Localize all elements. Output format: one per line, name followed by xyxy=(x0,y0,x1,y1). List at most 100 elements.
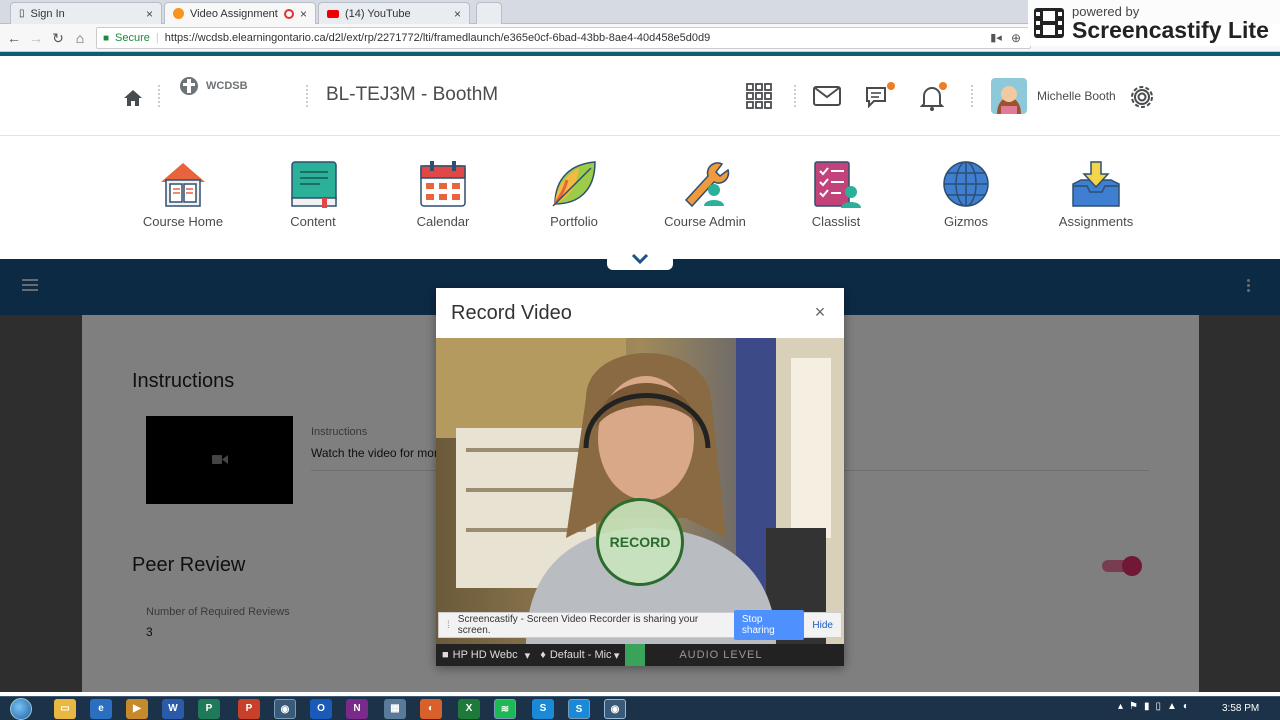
tab-video-assignments[interactable]: Video Assignments - × xyxy=(164,2,316,24)
system-tray-icons[interactable]: ▴⚑▮▯▲◐ xyxy=(1118,701,1195,712)
onenote-icon[interactable]: N xyxy=(346,699,368,719)
audio-level-label: AUDIO LEVEL xyxy=(679,649,763,661)
new-tab-button[interactable] xyxy=(476,2,502,24)
file-explorer-icon[interactable]: ▭ xyxy=(54,699,76,719)
course-selector-grid-icon[interactable] xyxy=(746,83,772,109)
zoom-icon[interactable]: ⊕ xyxy=(1006,28,1026,48)
leaf-icon xyxy=(552,161,596,207)
mail-icon[interactable] xyxy=(813,86,841,106)
calendar-icon xyxy=(420,161,466,207)
recording-indicator-icon xyxy=(283,8,294,19)
user-name[interactable]: Michelle Booth xyxy=(1037,89,1116,103)
publisher-icon[interactable]: P xyxy=(198,699,220,719)
stop-sharing-button[interactable]: Stop sharing xyxy=(733,610,805,640)
chrome-icon[interactable]: ◉ xyxy=(604,699,626,719)
house-book-icon xyxy=(161,163,205,207)
microphone-icon: ♦ xyxy=(540,649,546,661)
internet-explorer-icon[interactable]: e xyxy=(90,699,112,719)
screen-sharing-bar: ⁞ Screencastify - Screen Video Recorder … xyxy=(438,610,842,640)
checklist-icon xyxy=(814,161,861,208)
webcam-preview: RECORD xyxy=(436,338,844,644)
org-logo[interactable]: WCDSB xyxy=(178,76,248,96)
start-button[interactable] xyxy=(6,697,36,720)
chevron-down-icon xyxy=(631,253,649,265)
divider xyxy=(306,85,308,107)
youtube-icon xyxy=(327,9,339,18)
document-icon: ▯ xyxy=(19,8,25,19)
tab-title: (14) YouTube xyxy=(345,7,411,20)
nav-label: Calendar xyxy=(416,214,470,229)
webcam-icon: ■ xyxy=(442,649,449,661)
powerpoint-icon[interactable]: P xyxy=(238,699,260,719)
watermark-powered: powered by xyxy=(1072,3,1140,19)
nav-label: Course Home xyxy=(142,214,224,229)
course-navbar: Course Home Content Calendar Portfolio C… xyxy=(0,136,1280,259)
nav-label: Portfolio xyxy=(550,214,598,229)
recorder-controls: ■ HP HD Webc ▾ ♦ Default - Mic ▾ AUDIO L… xyxy=(436,644,844,666)
nav-content[interactable]: Content xyxy=(248,136,378,229)
forward-arrow-icon[interactable]: → xyxy=(26,28,46,48)
back-arrow-icon[interactable]: ← xyxy=(4,28,24,48)
skype-icon[interactable]: S xyxy=(532,699,554,719)
media-app-icon[interactable]: ▶ xyxy=(126,699,148,719)
tab-sign-in[interactable]: ▯ Sign In × xyxy=(10,2,162,24)
firefox-icon[interactable]: ◐ xyxy=(420,699,442,719)
nav-assignments[interactable]: Assignments xyxy=(1031,136,1161,229)
skype-icon[interactable]: S xyxy=(568,699,590,719)
inbox-arrow-icon xyxy=(1072,161,1120,207)
nav-calendar[interactable]: Calendar xyxy=(378,136,508,229)
camera-icon[interactable]: ▮◂ xyxy=(986,28,1006,48)
sharing-message: Screencastify - Screen Video Recorder is… xyxy=(457,614,699,636)
brightspace-page: WCDSB BL-TEJ3M - BoothM Michelle Booth C… xyxy=(0,52,1280,692)
record-button[interactable]: RECORD xyxy=(596,498,684,586)
hide-button[interactable]: Hide xyxy=(812,620,833,631)
tab-title: Video Assignments - xyxy=(190,7,278,20)
camera-select[interactable]: HP HD Webc xyxy=(453,649,525,661)
gear-icon[interactable] xyxy=(1128,83,1156,111)
calculator-icon[interactable]: ▦ xyxy=(384,699,406,719)
watermark-brand: Screencastify Lite xyxy=(1072,16,1269,43)
word-icon[interactable]: W xyxy=(162,699,184,719)
windows-taskbar: ▭ e ▶ W P P ◉ O N ▦ ◐ X ≋ S S ◉ ▴⚑▮▯▲◐ 3… xyxy=(0,696,1280,720)
nav-classlist[interactable]: Classlist xyxy=(771,136,901,229)
clock[interactable]: 3:58 PM xyxy=(1222,703,1259,714)
minibar-header: WCDSB BL-TEJ3M - BoothM Michelle Booth xyxy=(0,56,1280,136)
microphone-select[interactable]: Default - Mic xyxy=(550,649,614,661)
avatar[interactable] xyxy=(991,78,1027,114)
home-icon[interactable]: ⌂ xyxy=(70,28,90,48)
tab-close-icon[interactable]: × xyxy=(300,7,307,21)
nav-gizmos[interactable]: Gizmos xyxy=(901,136,1031,229)
drag-handle-icon[interactable]: ⁞ xyxy=(447,620,450,631)
wcdsb-logo-icon xyxy=(180,77,198,95)
book-icon xyxy=(291,161,337,208)
divider xyxy=(794,85,796,107)
tab-youtube[interactable]: (14) YouTube × xyxy=(318,2,470,24)
webcam-feed-image xyxy=(436,338,844,644)
nav-label: Assignments xyxy=(1058,214,1134,229)
tab-title: Sign In xyxy=(30,7,65,20)
nav-course-home[interactable]: Course Home xyxy=(118,136,248,229)
url-text: https://wcdsb.elearningontario.ca/d2l/ex… xyxy=(164,32,711,44)
excel-icon[interactable]: X xyxy=(458,699,480,719)
lock-icon: ■ xyxy=(103,32,110,44)
reload-icon[interactable]: ↻ xyxy=(48,28,68,48)
screencastify-watermark: powered by Screencastify Lite xyxy=(1028,0,1280,46)
nav-label: Classlist xyxy=(811,214,861,229)
spotify-icon[interactable]: ≋ xyxy=(494,699,516,719)
close-icon[interactable]: × xyxy=(810,302,830,322)
org-logo-text: WCDSB xyxy=(206,80,248,92)
audio-level-meter xyxy=(625,644,646,666)
chrome-icon[interactable]: ◉ xyxy=(274,699,296,719)
collapse-navbar-button[interactable] xyxy=(607,248,673,270)
address-bar[interactable]: ■ Secure | https://wcdsb.elearningontari… xyxy=(96,27,1031,49)
nav-portfolio[interactable]: Portfolio xyxy=(509,136,639,229)
tab-close-icon[interactable]: × xyxy=(454,7,461,21)
nav-course-admin[interactable]: Course Admin xyxy=(640,136,770,229)
home-icon[interactable] xyxy=(123,89,143,107)
nav-label: Content xyxy=(290,214,336,229)
outlook-icon[interactable]: O xyxy=(310,699,332,719)
chevron-down-icon: ▾ xyxy=(613,649,620,662)
course-title[interactable]: BL-TEJ3M - BoothM xyxy=(326,84,498,106)
tab-close-icon[interactable]: × xyxy=(146,7,153,21)
chat-notification-dot xyxy=(887,82,895,90)
